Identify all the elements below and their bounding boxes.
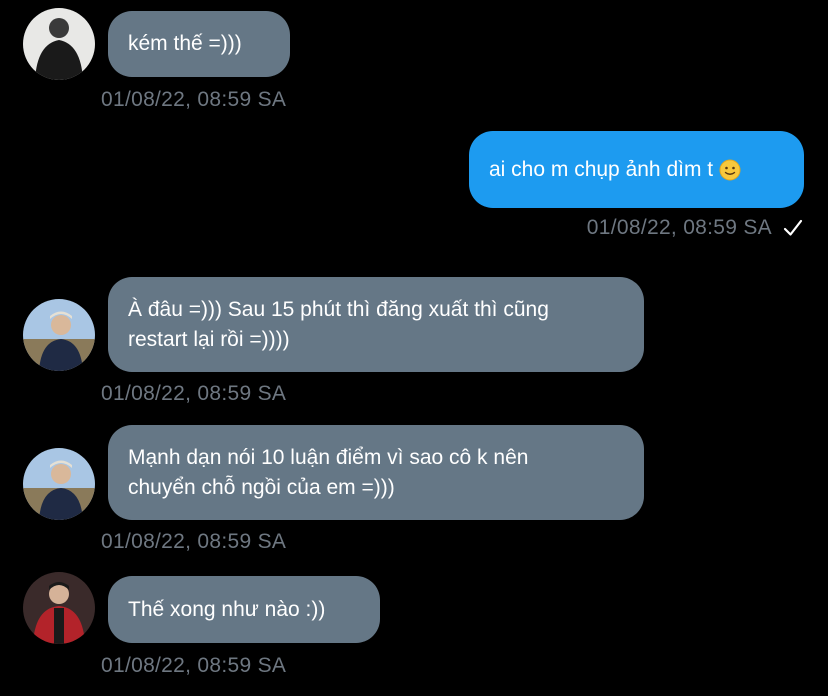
- message-timestamp: 01/08/22, 08:59 SA: [586, 216, 772, 239]
- message-timestamp: 01/08/22, 08:59 SA: [101, 530, 287, 553]
- check-icon: [783, 219, 803, 236]
- message-timestamp: 01/08/22, 08:59 SA: [101, 382, 287, 405]
- message-timestamp: 01/08/22, 08:59 SA: [101, 654, 287, 677]
- message-text: Thế xong như nào :)): [128, 597, 326, 621]
- message-bubble[interactable]: kém thế =))): [108, 11, 290, 77]
- message-bubble[interactable]: ai cho m chụp ảnh dìm t: [469, 131, 804, 208]
- avatar[interactable]: [23, 299, 95, 371]
- avatar[interactable]: [23, 572, 95, 644]
- message-text: kém thế =))): [128, 32, 242, 55]
- message-text: À đâu =))) Sau 15 phút thì đăng xuất thì…: [128, 297, 549, 351]
- message-text: ai cho m chụp ảnh dìm t: [489, 157, 714, 181]
- slight-smile-emoji-icon: [719, 159, 741, 180]
- message-thread: kém thế =))) 01/08/22, 08:59 SA ai cho m…: [0, 0, 828, 696]
- message-timestamp: 01/08/22, 08:59 SA: [101, 88, 287, 111]
- avatar[interactable]: [23, 448, 95, 520]
- message-bubble[interactable]: Thế xong như nào :)): [108, 576, 380, 643]
- message-bubble[interactable]: Mạnh dạn nói 10 luận điểm vì sao cô k nê…: [108, 425, 644, 520]
- avatar[interactable]: [23, 8, 95, 80]
- outgoing-meta: 01/08/22, 08:59 SA: [587, 216, 804, 240]
- message-bubble[interactable]: À đâu =))) Sau 15 phút thì đăng xuất thì…: [108, 277, 644, 372]
- message-text: Mạnh dạn nói 10 luận điểm vì sao cô k nê…: [128, 445, 529, 499]
